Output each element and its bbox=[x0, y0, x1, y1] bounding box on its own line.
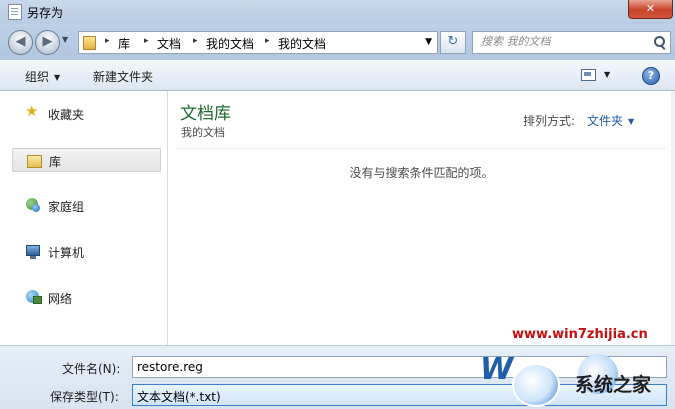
breadcrumb-my-documents[interactable]: 我的文档 bbox=[206, 35, 254, 52]
folder-icon bbox=[83, 36, 96, 50]
star-icon: ★ bbox=[25, 102, 39, 120]
nav-item-label: 家庭组 bbox=[48, 200, 85, 214]
forward-button[interactable]: ▶ bbox=[35, 30, 60, 55]
nav-item-label: 网络 bbox=[48, 292, 73, 306]
watermark-logo-text: W bbox=[480, 352, 514, 387]
help-button[interactable]: ? bbox=[642, 67, 660, 85]
nav-item-computer[interactable]: 计算机 bbox=[12, 240, 159, 262]
file-list-pane[interactable]: 文档库 我的文档 排列方式: 文件夹 ▼ 没有与搜索条件匹配的项。 bbox=[168, 91, 675, 345]
homegroup-icon bbox=[26, 198, 40, 212]
arrange-by-label: 排列方式: bbox=[523, 114, 576, 128]
title-bar: 另存为 ✕ bbox=[0, 0, 675, 24]
divider bbox=[176, 148, 666, 149]
chevron-down-icon: ▼ bbox=[54, 73, 61, 82]
library-icon bbox=[27, 155, 42, 168]
watermark-brand: 系统之家 bbox=[575, 374, 652, 396]
back-button[interactable]: ◀ bbox=[8, 30, 33, 55]
organize-button[interactable]: 组织 ▼ bbox=[25, 68, 60, 85]
nav-item-favorites[interactable]: ★ 收藏夹 bbox=[12, 102, 159, 124]
search-icon[interactable] bbox=[654, 36, 665, 47]
breadcrumb-separator[interactable]: ▸ bbox=[105, 36, 110, 46]
navigation-pane: ★ 收藏夹 库 家庭组 计算机 网络 bbox=[0, 91, 168, 345]
arrange-by-value: 文件夹 bbox=[587, 114, 624, 128]
breadcrumb-my-documents-current[interactable]: 我的文档 bbox=[278, 35, 326, 52]
command-toolbar: 组织 ▼ 新建文件夹 ▼ ? bbox=[0, 60, 675, 91]
filetype-label: 保存类型(T): bbox=[50, 390, 119, 404]
search-box[interactable] bbox=[472, 31, 671, 54]
library-subtitle: 我的文档 bbox=[181, 126, 225, 139]
nav-item-libraries[interactable]: 库 bbox=[12, 148, 161, 172]
view-options-dropdown[interactable]: ▼ bbox=[604, 70, 610, 79]
nav-item-label: 库 bbox=[49, 155, 62, 169]
close-button[interactable]: ✕ bbox=[628, 0, 673, 19]
breadcrumb-library[interactable]: 库 bbox=[118, 35, 130, 52]
search-input[interactable] bbox=[473, 32, 651, 51]
network-icon bbox=[26, 290, 42, 304]
breadcrumb-separator[interactable]: ▸ bbox=[144, 36, 149, 46]
empty-message: 没有与搜索条件匹配的项。 bbox=[349, 166, 494, 180]
address-row: ◀ ▶ ▼ ▸ 库 ▸ 文档 ▸ 我的文档 ▸ 我的文档 ▼ ↻ bbox=[0, 24, 675, 60]
watermark-swirl-icon bbox=[512, 363, 560, 407]
notepad-icon bbox=[8, 4, 22, 20]
refresh-button[interactable]: ↻ bbox=[440, 31, 466, 54]
nav-item-network[interactable]: 网络 bbox=[12, 286, 159, 308]
breadcrumb-separator[interactable]: ▸ bbox=[265, 36, 270, 46]
filename-label: 文件名(N): bbox=[62, 362, 121, 376]
address-bar[interactable]: ▸ 库 ▸ 文档 ▸ 我的文档 ▸ 我的文档 ▼ bbox=[78, 31, 438, 54]
change-view-icon[interactable] bbox=[581, 69, 596, 81]
computer-icon bbox=[26, 245, 40, 259]
new-folder-button[interactable]: 新建文件夹 bbox=[93, 68, 153, 85]
nav-item-label: 收藏夹 bbox=[48, 108, 85, 122]
filetype-value: 文本文档(*.txt) bbox=[137, 390, 221, 404]
watermark-logo: W 系统之家 bbox=[480, 348, 675, 408]
recent-pages-dropdown[interactable]: ▼ bbox=[62, 35, 68, 44]
nav-item-homegroup[interactable]: 家庭组 bbox=[12, 194, 159, 216]
breadcrumb-documents[interactable]: 文档 bbox=[157, 35, 181, 52]
watermark-url: www.win7zhijia.cn bbox=[512, 327, 648, 342]
chevron-down-icon: ▼ bbox=[628, 117, 635, 126]
window-title: 另存为 bbox=[27, 6, 64, 20]
address-dropdown-icon[interactable]: ▼ bbox=[425, 37, 432, 47]
arrange-by-dropdown[interactable]: 文件夹 ▼ bbox=[587, 112, 634, 129]
library-title: 文档库 bbox=[180, 104, 231, 124]
organize-label: 组织 bbox=[25, 70, 50, 84]
breadcrumb-separator[interactable]: ▸ bbox=[193, 36, 198, 46]
vertical-scrollbar[interactable] bbox=[671, 91, 675, 345]
nav-item-label: 计算机 bbox=[48, 246, 85, 260]
